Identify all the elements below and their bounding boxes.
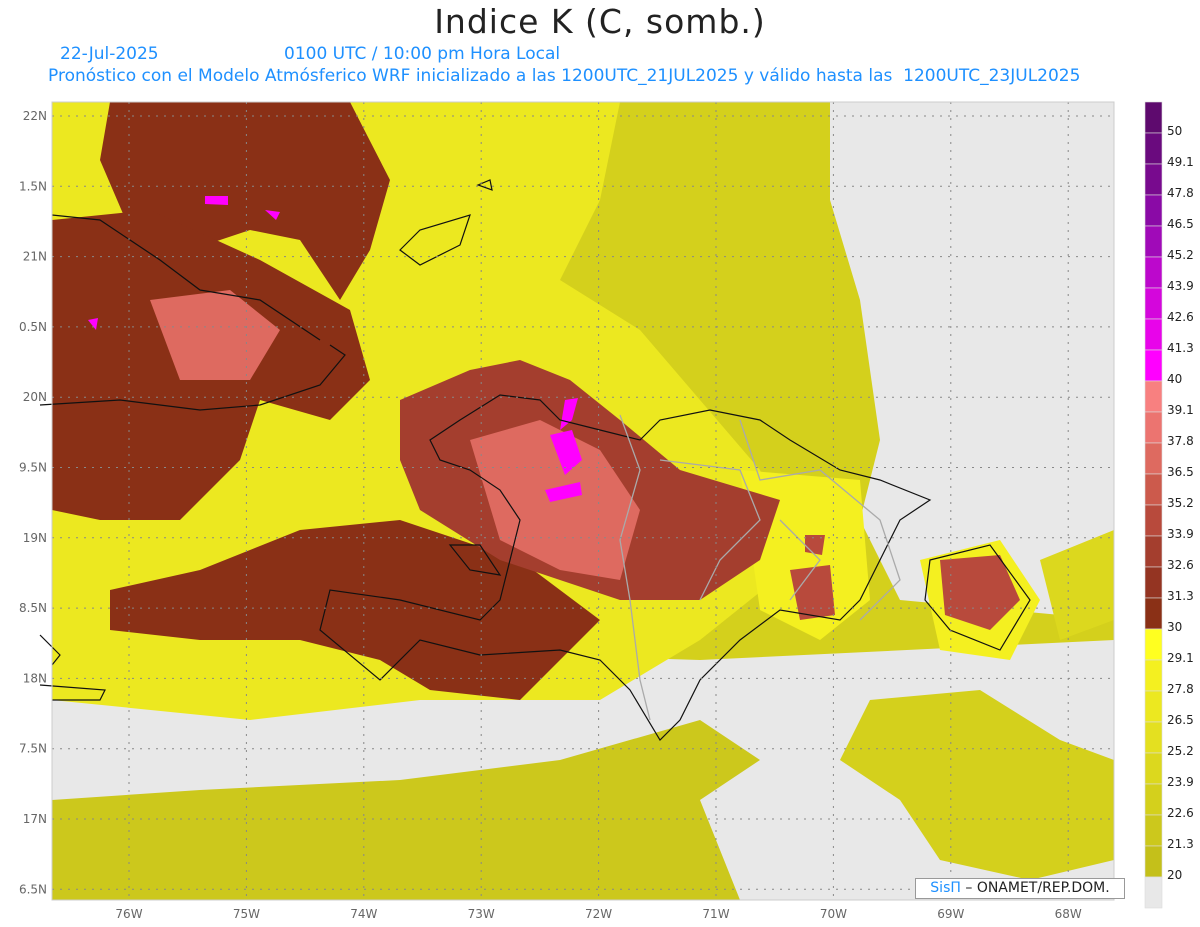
sispi-logo: SisΠ [930,880,961,896]
colorbar-bin [1144,411,1163,444]
colorbar-bin [1144,132,1163,165]
colorbar-bin [1144,566,1163,599]
lon-label: 70W [820,907,847,921]
colorbar-label: 50 [1167,124,1183,138]
lat-label: 1.5N [19,179,47,193]
colorbar-label: 40 [1167,372,1183,386]
colorbar-bin [1144,163,1163,196]
colorbar-label: 46.5 [1167,217,1194,231]
colorbar-label: 35.2 [1167,496,1194,510]
colorbar-bin [1144,814,1163,847]
colorbar-label: 25.2 [1167,744,1194,758]
credit-box: SisΠ – ONAMET/REP.DOM. [915,878,1125,899]
colorbar-bin [1144,597,1163,630]
colorbar-label: 29.1 [1167,651,1194,665]
colorbar-bin [1144,287,1163,320]
colorbar-label: 26.5 [1167,713,1194,727]
lat-label: 6.5N [19,882,47,896]
colorbar-bin [1144,256,1163,289]
lat-label: 8.5N [19,601,47,615]
colorbar-label: 21.3 [1167,837,1194,851]
lon-label: 71W [702,907,729,921]
lat-label: 19N [23,531,47,545]
lat-label: 7.5N [19,742,47,756]
colorbar-bin [1144,349,1163,382]
lon-label: 75W [233,907,260,921]
colorbar-label: 42.6 [1167,310,1194,324]
colorbar-bin [1144,628,1163,661]
colorbar-label: 41.3 [1167,341,1194,355]
lon-label: 72W [585,907,612,921]
lon-label: 69W [937,907,964,921]
colorbar-bin [1144,101,1163,134]
colorbar-label: 37.8 [1167,434,1194,448]
lat-label: 17N [23,812,47,826]
k-index-map: 76W 75W 74W 73W 72W 71W 70W 69W 68W 22N 1.5N 21N 0.… [19,101,1163,921]
colorbar-bin [1144,225,1163,258]
lat-label: 0.5N [19,320,47,334]
colorbar-label: 45.2 [1167,248,1194,262]
colorbar-bin [1144,721,1163,754]
colorbar-label: 49.1 [1167,155,1194,169]
colorbar [1144,101,1163,909]
colorbar-bin [1144,380,1163,413]
colorbar-label: 39.1 [1167,403,1194,417]
colorbar-bin [1144,535,1163,568]
colorbar-label: 27.8 [1167,682,1194,696]
credit-org: ONAMET/REP.DOM. [976,880,1110,896]
colorbar-label: 23.9 [1167,775,1194,789]
colorbar-label: 20 [1167,868,1183,882]
lon-label: 74W [350,907,377,921]
lat-label: 21N [23,250,47,264]
colorbar-bin [1144,318,1163,351]
colorbar-label: 31.3 [1167,589,1194,603]
lat-label: 9.5N [19,461,47,475]
colorbar-label: 30 [1167,620,1183,634]
colorbar-bin [1144,876,1163,909]
lat-label: 20N [23,390,47,404]
colorbar-bin [1144,783,1163,816]
colorbar-bin [1144,845,1163,878]
colorbar-bin [1144,194,1163,227]
colorbar-label: 32.6 [1167,558,1194,572]
colorbar-bin [1144,473,1163,506]
colorbar-label: 43.9 [1167,279,1194,293]
lon-label: 73W [468,907,495,921]
colorbar-label: 47.8 [1167,186,1194,200]
credit-separator: – [960,880,977,896]
colorbar-label: 22.6 [1167,806,1194,820]
colorbar-label: 36.5 [1167,465,1194,479]
lon-label: 76W [115,907,142,921]
colorbar-label: 33.9 [1167,527,1194,541]
colorbar-bin [1144,659,1163,692]
lat-label: 18N [23,671,47,685]
lon-label: 68W [1055,907,1082,921]
latitude-labels: 22N 1.5N 21N 0.5N 20N 9.5N 19N 8.5N 18N 7.5N 17N 6.… [19,109,47,896]
colorbar-bin [1144,690,1163,723]
colorbar-bin [1144,442,1163,475]
lat-label: 22N [23,109,47,123]
colorbar-bin [1144,752,1163,785]
longitude-labels: 76W 75W 74W 73W 72W 71W 70W 69W 68W [115,907,1081,921]
colorbar-bin [1144,504,1163,537]
